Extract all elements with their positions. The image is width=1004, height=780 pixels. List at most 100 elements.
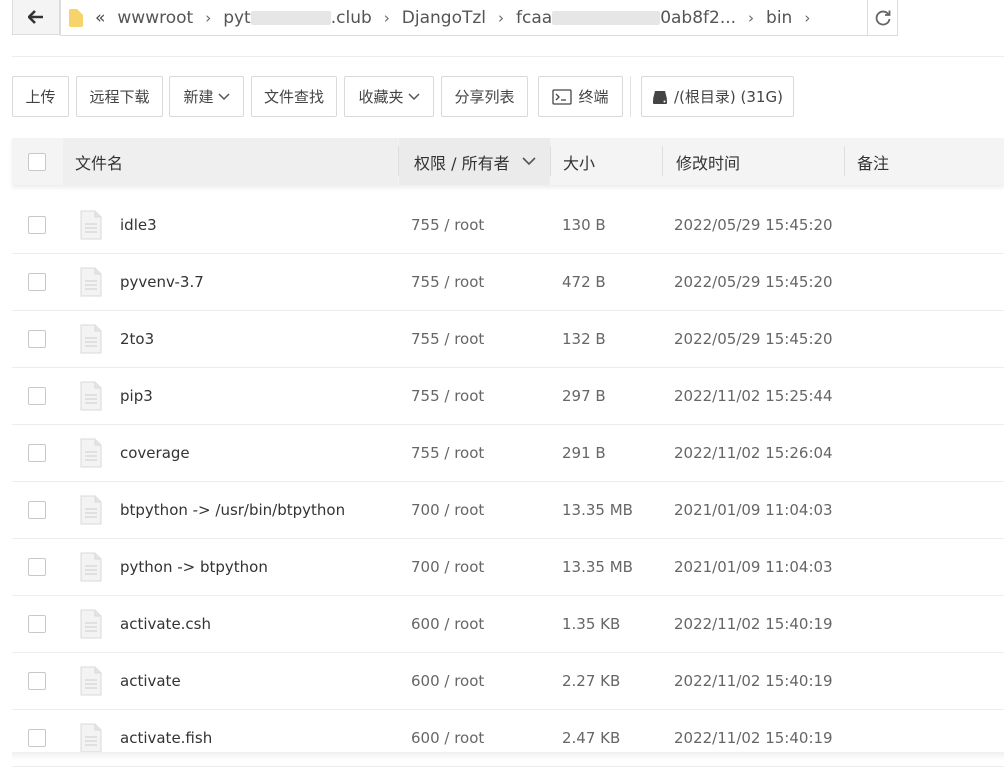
row-checkbox[interactable] (28, 501, 46, 519)
file-permission[interactable]: 700 / root (411, 482, 484, 538)
chevron-right-icon: › (205, 8, 212, 27)
crumb-hash-suffix: 0ab8f2... (660, 7, 737, 28)
header-size-label: 大小 (563, 153, 596, 173)
row-checkbox-cell (28, 197, 46, 253)
terminal-button[interactable]: 终端 (538, 76, 623, 117)
file-permission[interactable]: 600 / root (411, 653, 484, 709)
table-row[interactable]: coverage 755 / root 291 B 2022/11/02 15:… (12, 425, 1004, 482)
row-file-icon-cell (80, 368, 102, 424)
file-permission[interactable]: 755 / root (411, 368, 484, 424)
redacted-text (250, 10, 331, 25)
file-permission[interactable]: 755 / root (411, 254, 484, 310)
chevron-right-icon: › (804, 8, 811, 27)
crumb-djangotzl[interactable]: DjangoTzl (402, 8, 486, 28)
file-icon (80, 210, 102, 240)
row-checkbox-cell (28, 425, 46, 481)
file-permission[interactable]: 600 / root (411, 596, 484, 652)
file-mtime: 2022/05/29 15:45:20 (674, 216, 833, 234)
file-name[interactable]: pyvenv-3.7 (120, 254, 204, 310)
table-row[interactable]: pyvenv-3.7 755 / root 472 B 2022/05/29 1… (12, 254, 1004, 311)
file-search-button[interactable]: 文件查找 (251, 76, 337, 117)
table-row[interactable]: btpython -> /usr/bin/btpython 700 / root… (12, 482, 1004, 539)
row-checkbox[interactable] (28, 273, 46, 291)
header-permission[interactable]: 权限 / 所有者 (399, 138, 550, 185)
remote-download-button[interactable]: 远程下载 (76, 76, 163, 117)
file-name[interactable]: activate (120, 653, 181, 709)
table-row[interactable]: pip3 755 / root 297 B 2022/11/02 15:25:4… (12, 368, 1004, 425)
row-checkbox-cell (28, 482, 46, 538)
redacted-text (552, 10, 661, 25)
file-name[interactable]: python -> btpython (120, 539, 268, 595)
crumb-site-suffix: .club (330, 7, 372, 28)
crumb-site[interactable]: pyt .club (223, 8, 372, 28)
crumb-wwwroot[interactable]: wwwroot (117, 8, 193, 28)
file-permission[interactable]: 755 / root (411, 311, 484, 367)
row-checkbox[interactable] (28, 672, 46, 690)
file-list: idle3 755 / root 130 B 2022/05/29 15:45:… (12, 197, 1004, 767)
file-size: 132 B (562, 330, 606, 348)
new-label: 新建 (183, 88, 214, 106)
file-icon (80, 381, 102, 411)
header-mtime[interactable]: 修改时间 (676, 138, 740, 185)
file-permission[interactable]: 700 / root (411, 539, 484, 595)
row-checkbox[interactable] (28, 615, 46, 633)
favorites-label: 收藏夹 (358, 88, 404, 106)
header-mtime-label: 修改时间 (676, 153, 741, 173)
header-divider (550, 146, 551, 176)
table-row[interactable]: idle3 755 / root 130 B 2022/05/29 15:45:… (12, 197, 1004, 254)
table-row[interactable]: python -> btpython 700 / root 13.35 MB 2… (12, 539, 1004, 596)
file-search-label: 文件查找 (263, 88, 324, 106)
file-icon (80, 324, 102, 354)
select-all-checkbox[interactable] (28, 152, 46, 171)
row-checkbox[interactable] (28, 330, 46, 348)
crumb-hash[interactable]: fcaa 0ab8f2... (516, 8, 736, 28)
sort-chevron-down-icon (522, 157, 536, 166)
row-checkbox[interactable] (28, 216, 46, 234)
row-file-icon-cell (80, 596, 102, 652)
header-note-label: 备注 (857, 153, 890, 173)
header-size[interactable]: 大小 (563, 138, 595, 185)
file-name[interactable]: idle3 (120, 197, 157, 253)
double-chevron-left-icon[interactable]: « (95, 8, 105, 28)
table-row[interactable]: activate.csh 600 / root 1.35 KB 2022/11/… (12, 596, 1004, 653)
file-permission[interactable]: 755 / root (411, 425, 484, 481)
file-icon (80, 609, 102, 639)
file-size: 291 B (562, 444, 606, 462)
terminal-icon (552, 88, 573, 105)
table-row[interactable]: 2to3 755 / root 132 B 2022/05/29 15:45:2… (12, 311, 1004, 368)
table-row[interactable]: activate 600 / root 2.27 KB 2022/11/02 1… (12, 653, 1004, 710)
file-name[interactable]: coverage (120, 425, 190, 481)
file-name[interactable]: btpython -> /usr/bin/btpython (120, 482, 345, 538)
chevron-down-icon (217, 92, 230, 100)
list-bottom-edge (12, 752, 1004, 760)
back-button[interactable] (12, 0, 60, 35)
divider (12, 56, 1004, 57)
upload-button[interactable]: 上传 (12, 76, 69, 117)
file-mtime: 2022/11/02 15:40:19 (674, 672, 833, 690)
favorites-dropdown-button[interactable]: 收藏夹 (344, 76, 434, 117)
row-checkbox-cell (28, 539, 46, 595)
file-mtime: 2022/05/29 15:45:20 (674, 330, 833, 348)
table-header: 文件名 权限 / 所有者 大小 修改时间 备注 (12, 138, 1004, 185)
row-checkbox[interactable] (28, 558, 46, 576)
file-name[interactable]: 2to3 (120, 311, 154, 367)
file-size: 2.27 KB (562, 672, 621, 690)
file-icon (80, 552, 102, 582)
remote-download-label: 远程下载 (89, 88, 150, 106)
file-name[interactable]: pip3 (120, 368, 153, 424)
row-checkbox[interactable] (28, 729, 46, 747)
row-checkbox[interactable] (28, 444, 46, 462)
header-filename[interactable]: 文件名 (63, 138, 398, 185)
file-size: 13.35 MB (562, 501, 633, 519)
file-permission[interactable]: 755 / root (411, 197, 484, 253)
row-checkbox[interactable] (28, 387, 46, 405)
new-dropdown-button[interactable]: 新建 (169, 76, 244, 117)
header-note[interactable]: 备注 (857, 138, 889, 185)
crumb-bin[interactable]: bin (766, 8, 792, 28)
refresh-button[interactable] (868, 0, 898, 36)
header-permission-label: 权限 / 所有者 (414, 153, 510, 173)
row-file-icon-cell (80, 653, 102, 709)
disk-button[interactable]: /(根目录) (31G) (641, 76, 794, 117)
share-list-button[interactable]: 分享列表 (441, 76, 528, 117)
file-name[interactable]: activate.csh (120, 596, 211, 652)
